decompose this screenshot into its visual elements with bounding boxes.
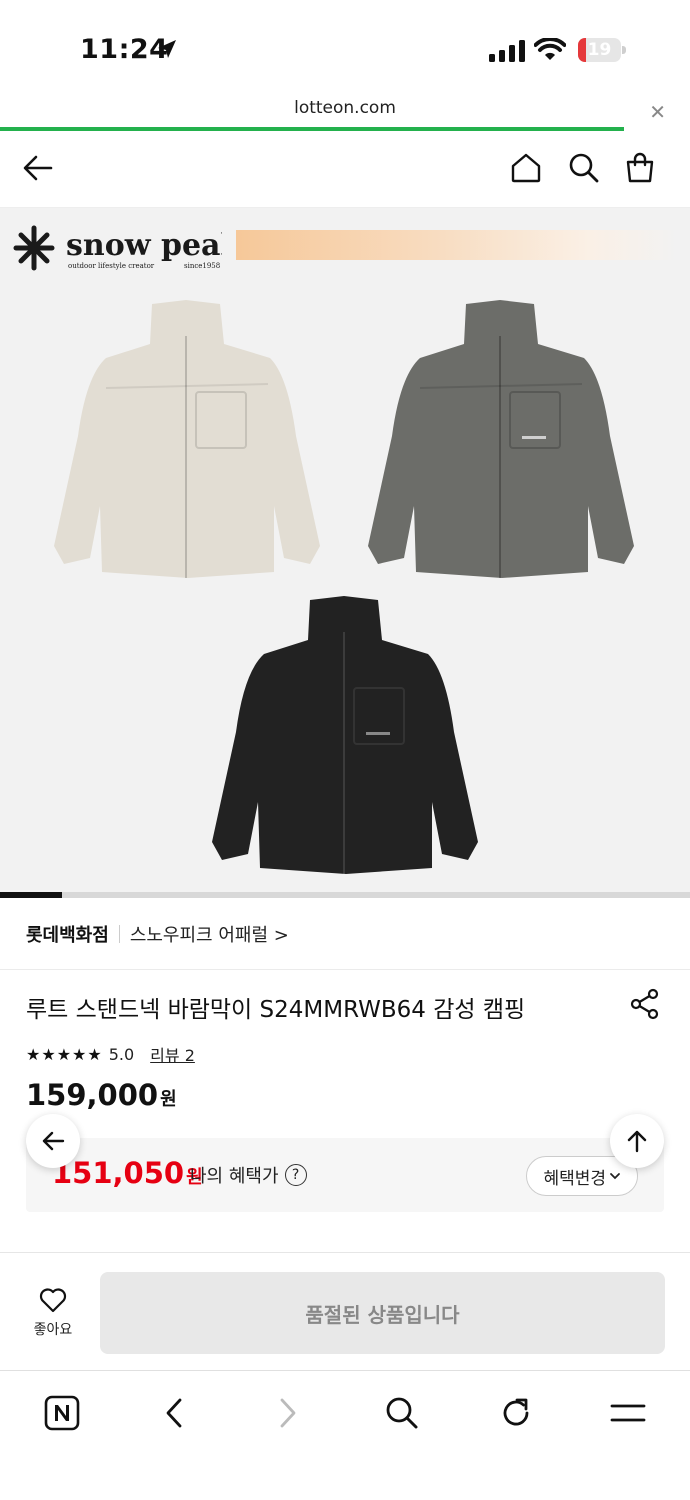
search-icon: [569, 153, 599, 183]
snowflake-icon: snow peak outdoor lifestyle creator sinc…: [13, 225, 242, 271]
share-icon: [630, 988, 659, 1020]
refresh-button[interactable]: [494, 1391, 538, 1435]
heart-icon: [39, 1288, 67, 1313]
back-arrow-icon: [23, 155, 53, 181]
arrow-up-icon: [627, 1130, 647, 1153]
brand-banner-gradient: [236, 230, 678, 260]
original-price: 159,000: [26, 1078, 159, 1112]
store-divider: [118, 924, 120, 943]
home-button[interactable]: [506, 148, 546, 188]
browser-search-button[interactable]: [380, 1391, 424, 1435]
jacket-black-image: [212, 596, 478, 874]
search-icon: [386, 1397, 418, 1429]
status-bar: 11:24 19: [0, 0, 690, 96]
browser-toolbar: [0, 1370, 690, 1500]
browser-back-button[interactable]: [152, 1391, 196, 1435]
app-header: [0, 132, 690, 208]
jacket-beige-image: [54, 300, 320, 578]
battery-percent: 19: [587, 40, 612, 60]
brand-since: since1958: [184, 262, 220, 270]
naver-home-button[interactable]: [40, 1391, 84, 1435]
menu-button[interactable]: [606, 1391, 650, 1435]
back-icon: [166, 1398, 182, 1428]
float-back-button[interactable]: [26, 1114, 80, 1168]
url-text[interactable]: lotteon.com: [0, 98, 690, 118]
page-load-progress-fill: [0, 127, 625, 131]
store-row: 롯데백화점 스노우피크 어패럴 >: [0, 898, 690, 970]
battery-icon: 19: [578, 38, 626, 62]
original-price-unit: 원: [160, 1089, 177, 1110]
product-image-carousel[interactable]: snow peak outdoor lifestyle creator sinc…: [0, 208, 690, 892]
benefit-price: 151,050 원: [52, 1156, 203, 1190]
naver-icon: [44, 1395, 80, 1431]
rating-stars: ★★★★★: [26, 1044, 103, 1064]
rating-value: 5.0: [108, 1044, 135, 1064]
cart-button[interactable]: [620, 148, 660, 188]
page-load-progress: [0, 127, 690, 131]
cart-icon: [626, 152, 654, 183]
share-button[interactable]: [630, 988, 660, 1022]
benefit-box: 151,050 원 나의 혜택가 ? 혜택변경: [26, 1138, 664, 1212]
menu-icon: [610, 1404, 646, 1422]
benefit-label-text: 나의 혜택가: [190, 1166, 279, 1187]
benefit-label: 나의 혜택가 ?: [190, 1162, 307, 1188]
refresh-icon: [503, 1398, 529, 1426]
back-arrow-icon: [42, 1131, 65, 1151]
chevron-down-icon: [610, 1173, 620, 1180]
brand-tagline: outdoor lifestyle creator: [68, 262, 155, 270]
location-arrow-icon: [158, 40, 176, 58]
brand-logo: snow peak outdoor lifestyle creator sinc…: [12, 224, 242, 276]
like-button[interactable]: 좋아요: [22, 1287, 84, 1339]
close-icon[interactable]: ✕: [649, 100, 666, 124]
brand-name: snow peak: [66, 228, 222, 263]
home-icon: [511, 153, 541, 183]
product-title: 루트 스탠드넥 바람막이 S24MMRWB64 감성 캠핑: [26, 997, 526, 1023]
help-icon[interactable]: ?: [284, 1164, 307, 1186]
purchase-bar: 좋아요 품절된 상품입니다: [0, 1252, 690, 1370]
like-label: 좋아요: [33, 1322, 73, 1338]
rating-row: ★★★★★ 5.0 리뷰 2: [26, 1042, 195, 1066]
soldout-button[interactable]: 품절된 상품입니다: [100, 1272, 665, 1354]
back-button[interactable]: [18, 148, 58, 188]
price-row: 159,000 원: [26, 1078, 177, 1112]
wifi-icon: [534, 38, 566, 60]
signal-icon: [489, 40, 525, 62]
scroll-top-button[interactable]: [610, 1114, 664, 1168]
store-name[interactable]: 롯데백화점: [26, 921, 109, 947]
review-link[interactable]: 리뷰 2: [150, 1042, 195, 1066]
search-button[interactable]: [564, 148, 604, 188]
jacket-grey-image: [368, 300, 634, 578]
brand-link[interactable]: 스노우피크 어패럴 >: [130, 921, 289, 947]
forward-icon: [280, 1398, 296, 1428]
benefit-price-value: 151,050: [52, 1156, 185, 1190]
browser-forward-button[interactable]: [266, 1391, 310, 1435]
benefit-change-label: 혜택변경: [543, 1168, 606, 1189]
